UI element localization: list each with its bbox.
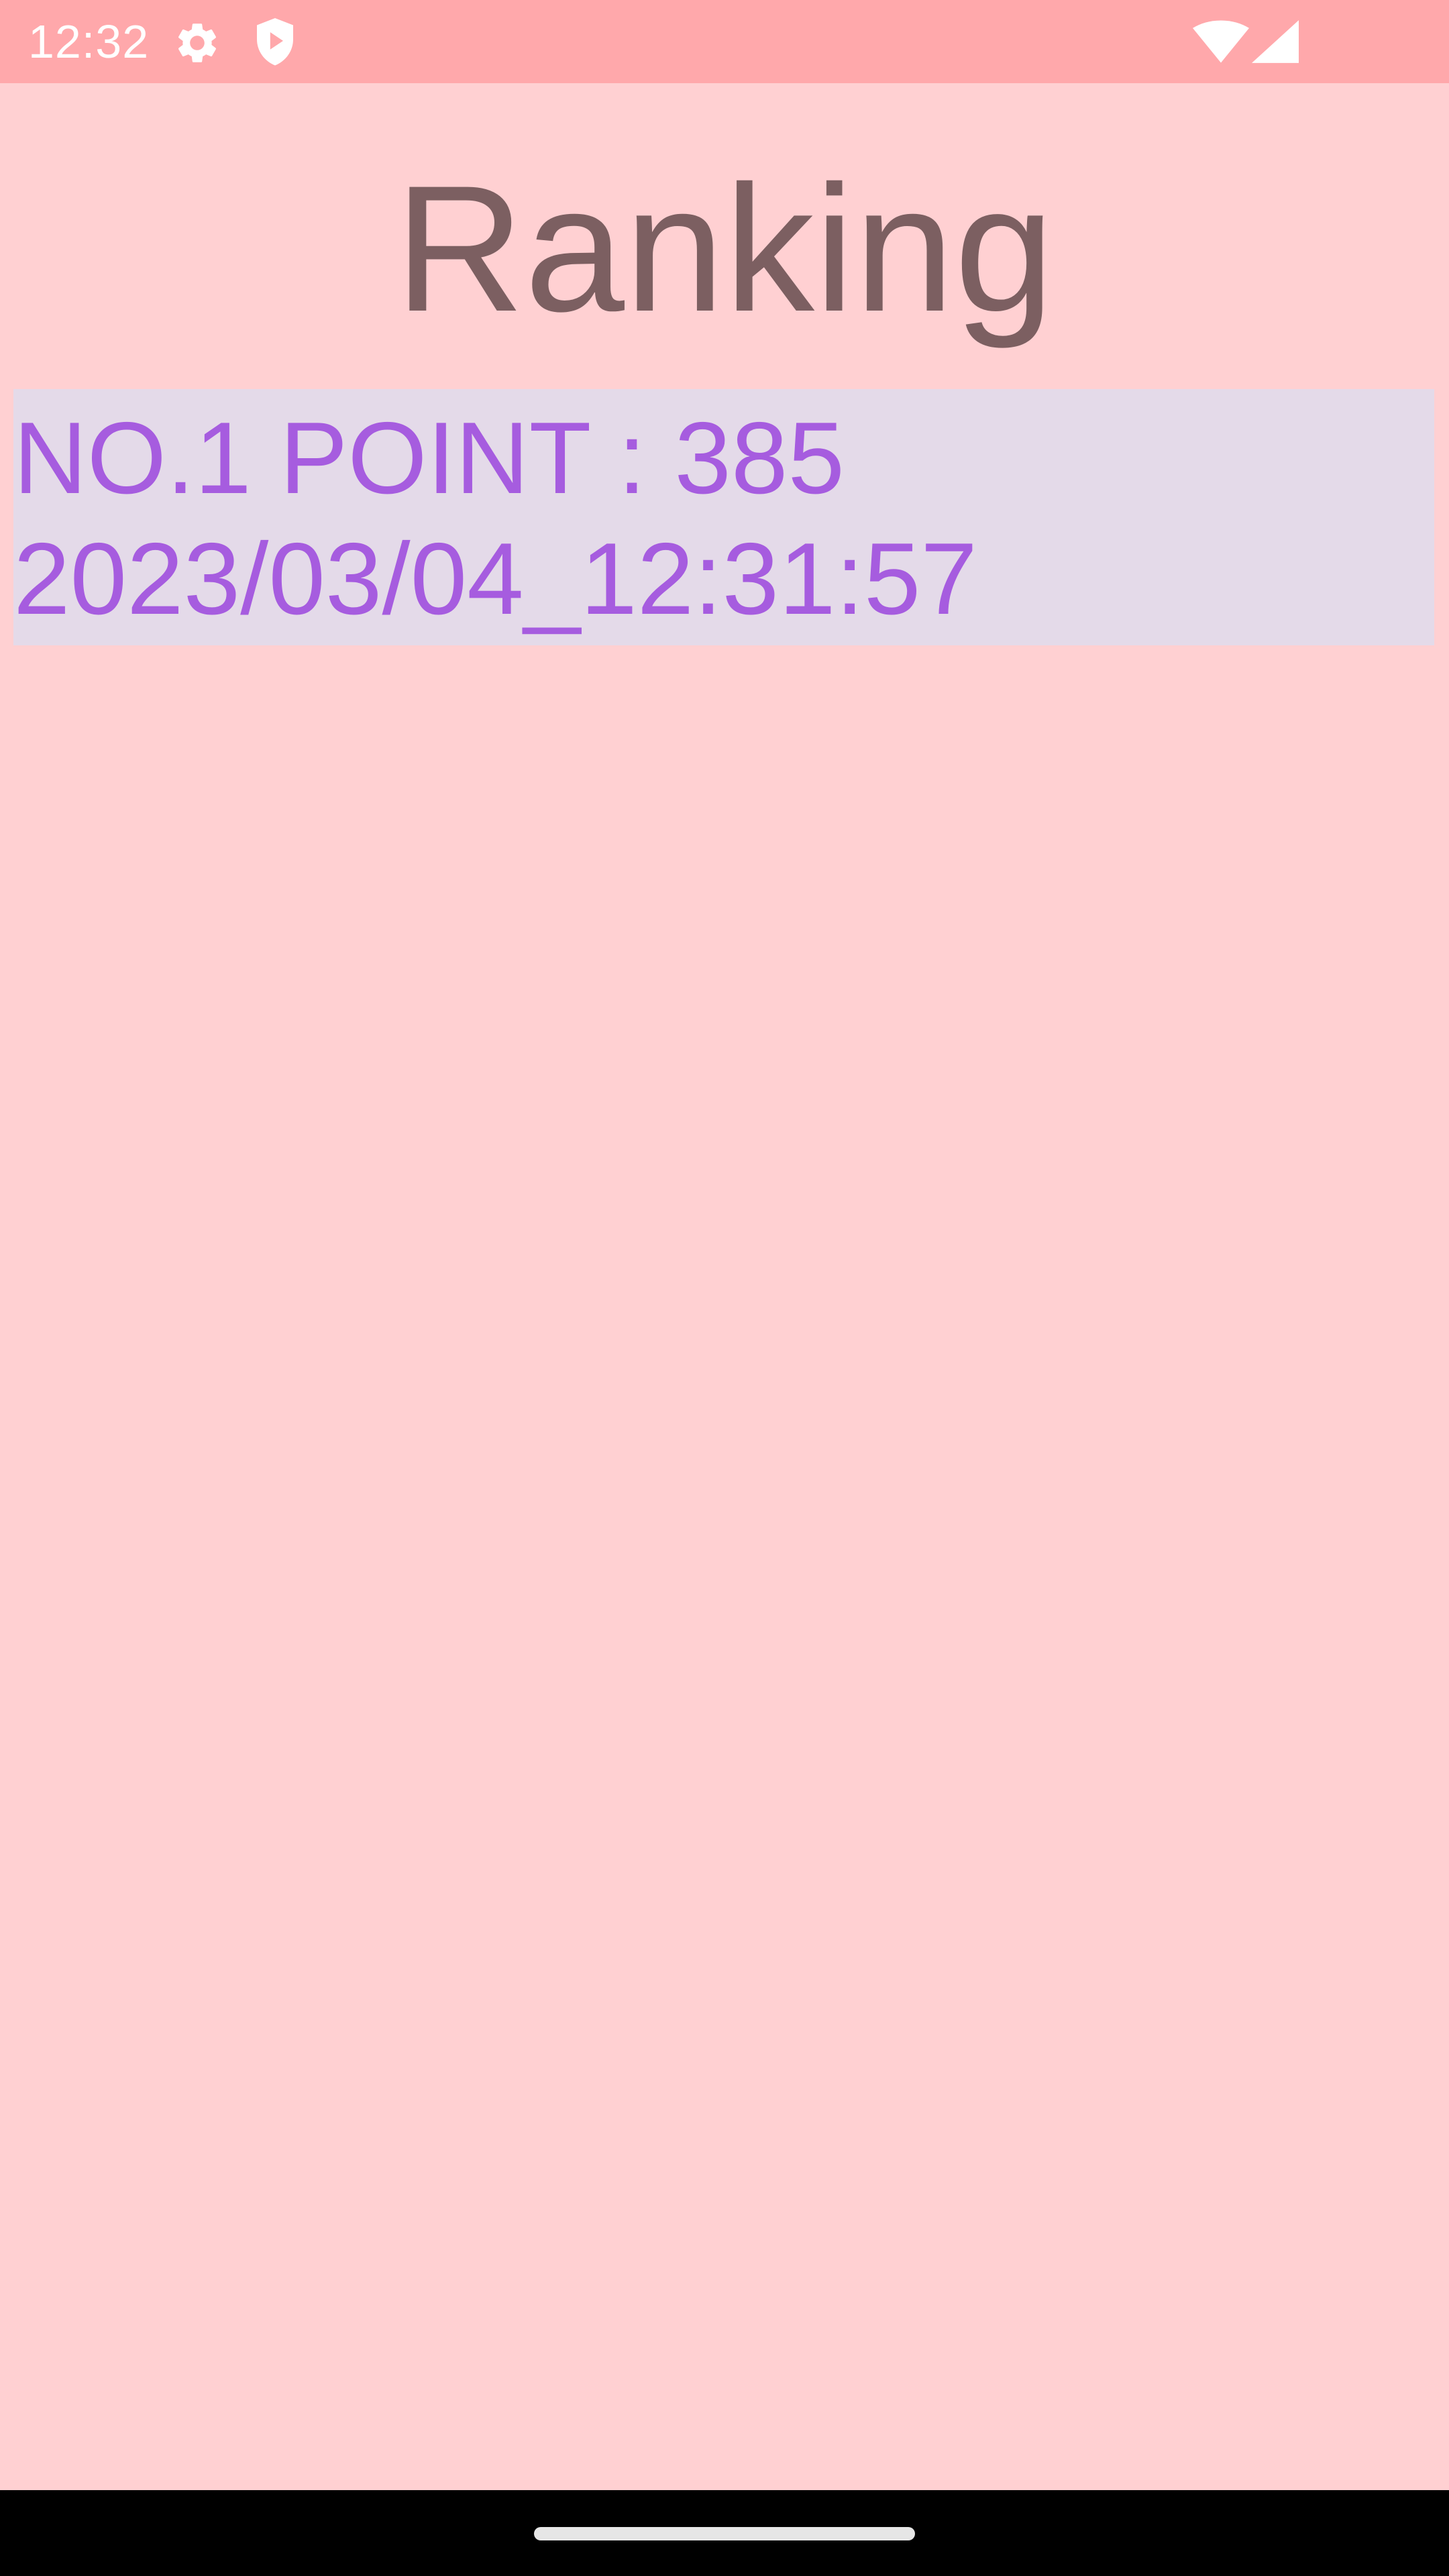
ranking-rank-points: NO.1 POINT : 385 xyxy=(13,401,845,515)
ranking-list: NO.1 POINT : 385 2023/03/04_12:31:57 xyxy=(13,389,1434,645)
wifi-icon xyxy=(1193,20,1249,63)
cell-signal-icon xyxy=(1252,20,1299,63)
ranking-timestamp: 2023/03/04_12:31:57 xyxy=(13,522,977,636)
status-bar: 12:32 xyxy=(0,0,1449,83)
gear-icon xyxy=(178,23,217,62)
navigation-bar xyxy=(0,2490,1449,2576)
shield-play-icon xyxy=(257,18,293,66)
home-handle[interactable] xyxy=(534,2527,915,2540)
page-title: Ranking xyxy=(394,148,1055,349)
ranking-list-item[interactable]: NO.1 POINT : 385 2023/03/04_12:31:57 xyxy=(13,389,1434,645)
status-time: 12:32 xyxy=(28,15,150,68)
